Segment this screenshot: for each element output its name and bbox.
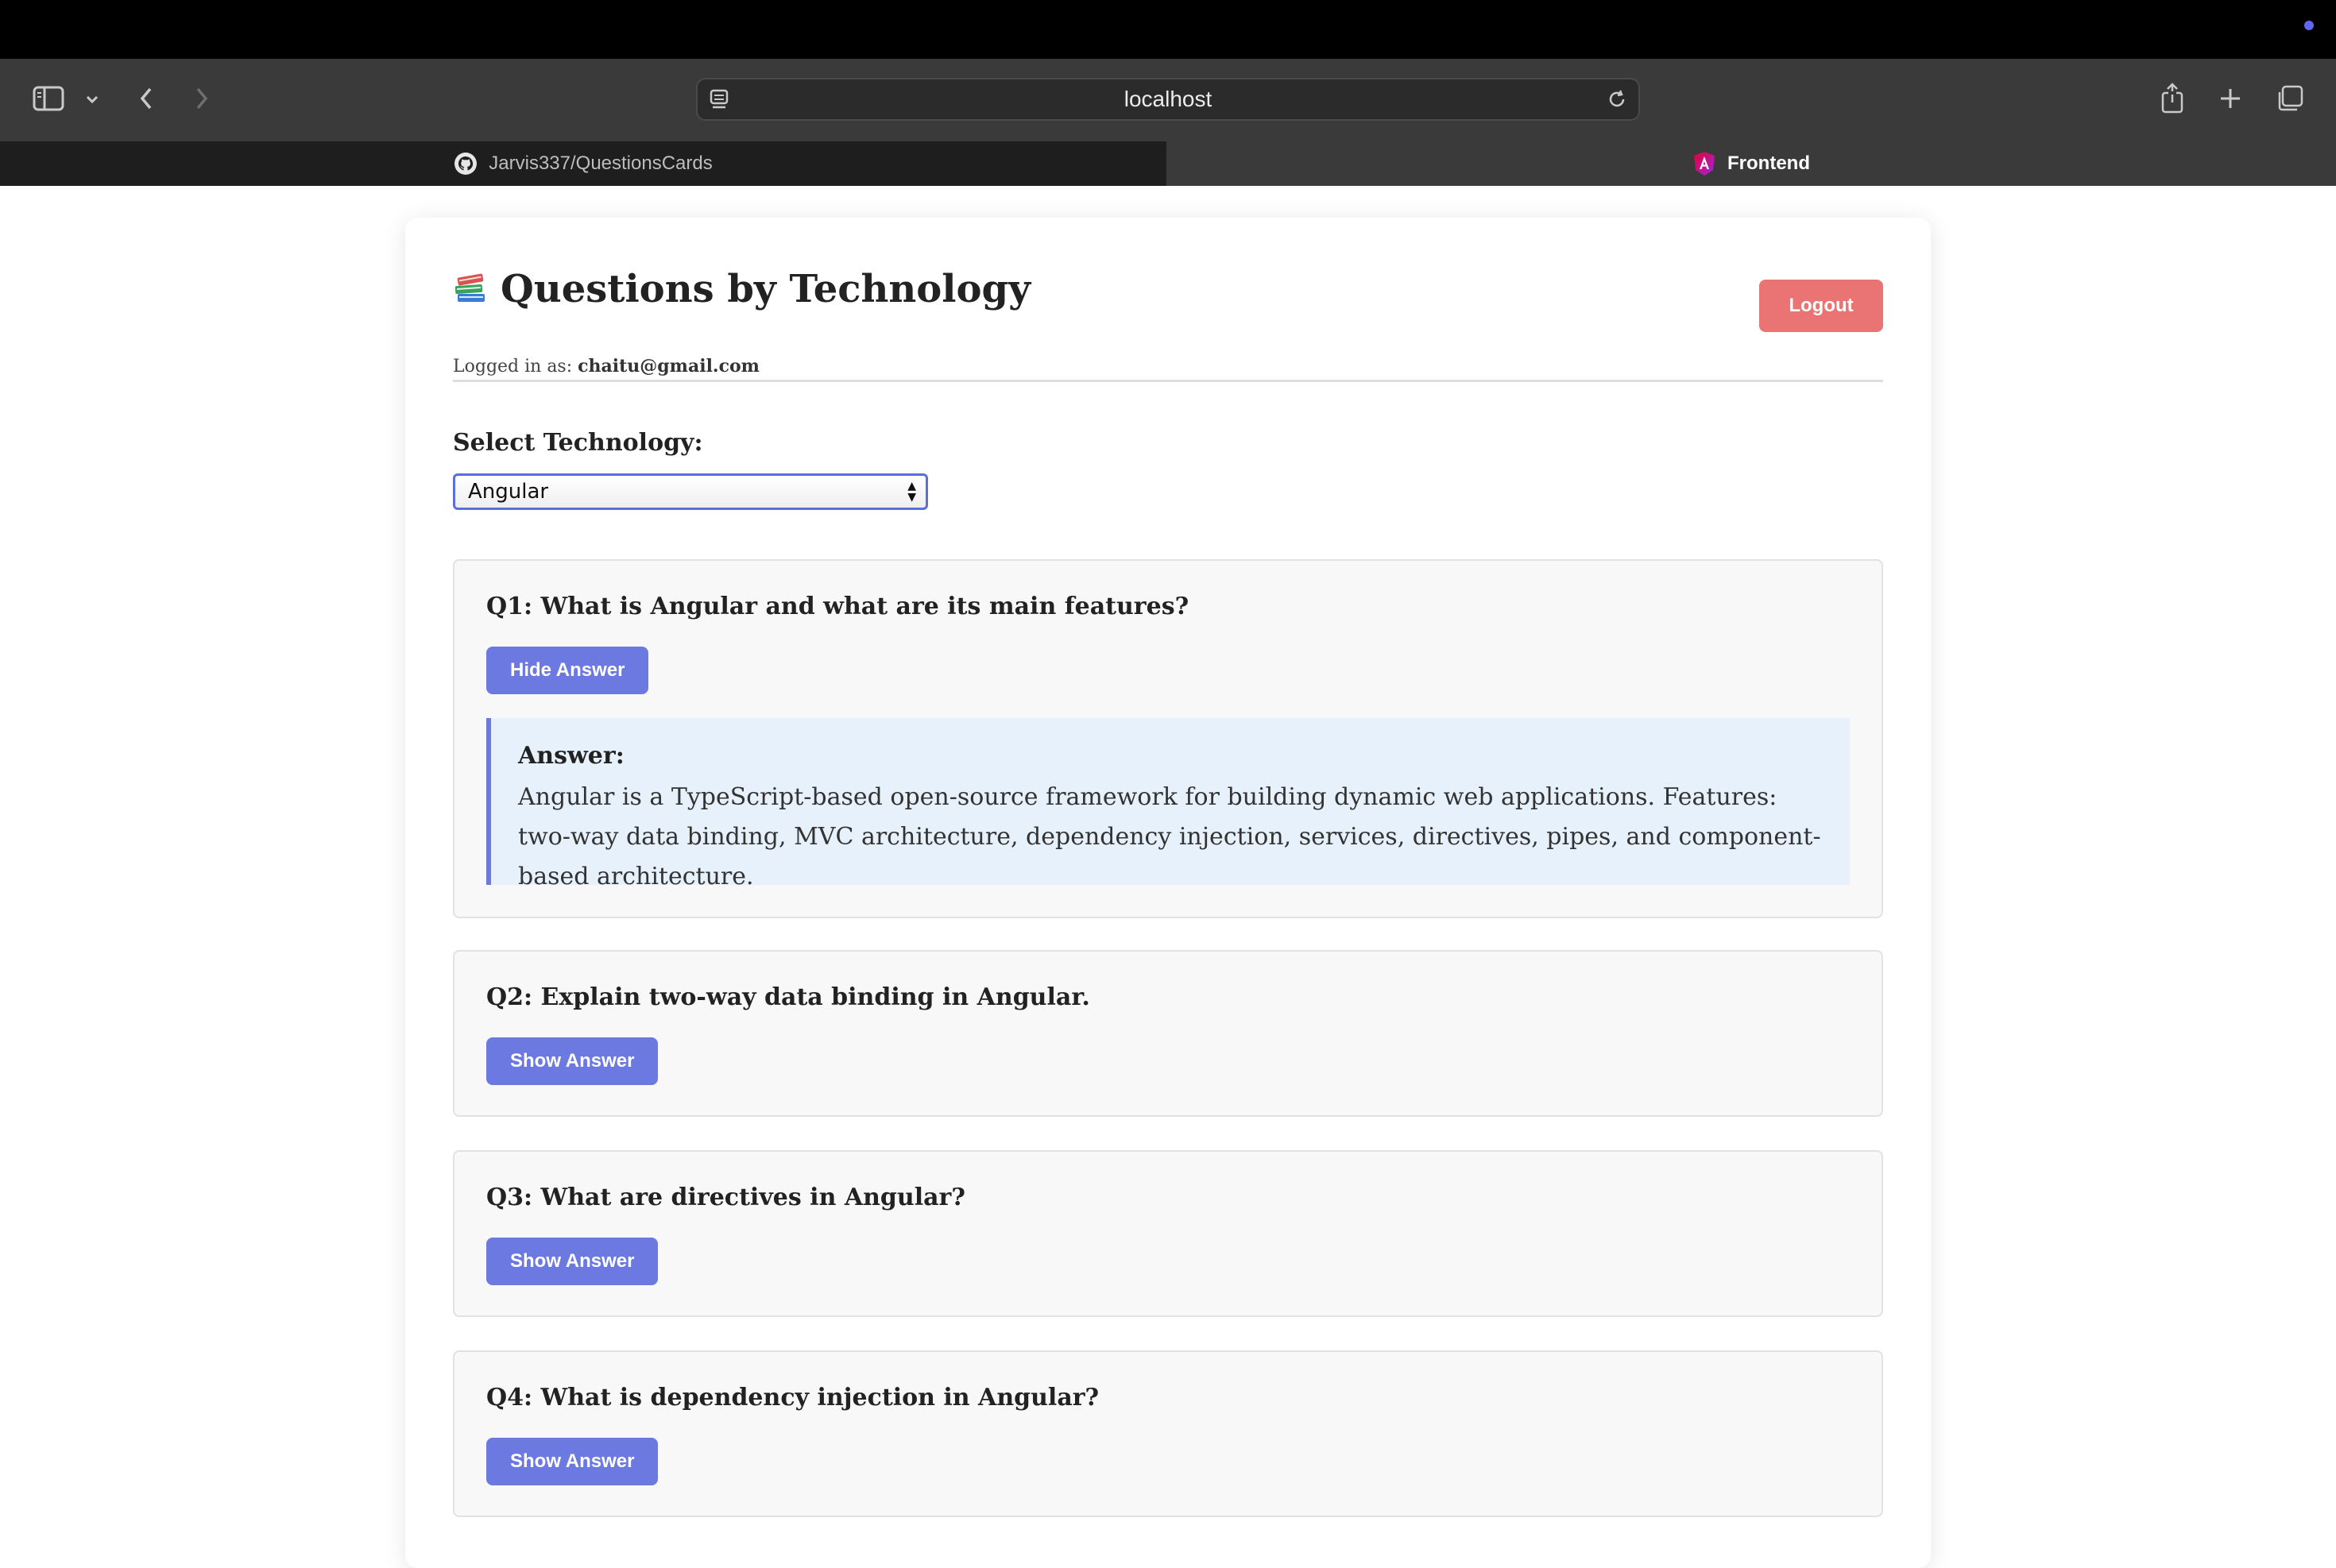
technology-select[interactable]: Angular ▲ ▼ bbox=[453, 473, 928, 510]
logout-button[interactable]: Logout bbox=[1759, 280, 1883, 332]
tab-overview-icon[interactable] bbox=[2274, 83, 2306, 114]
share-icon[interactable] bbox=[2158, 79, 2187, 116]
tab-label: Frontend bbox=[1727, 153, 1810, 174]
show-answer-button[interactable]: Show Answer bbox=[486, 1037, 659, 1085]
question-title: Q3: What are directives in Angular? bbox=[486, 1184, 965, 1211]
question-card: Q2: Explain two-way data binding in Angu… bbox=[453, 950, 1883, 1117]
show-answer-button[interactable]: Show Answer bbox=[486, 1238, 659, 1285]
title-text: Questions by Technology bbox=[501, 267, 1031, 311]
card-header: Questions by Technology Logged in as: ch… bbox=[453, 218, 1883, 382]
show-answer-button[interactable]: Show Answer bbox=[486, 1438, 659, 1485]
select-technology-label: Select Technology: bbox=[453, 429, 703, 457]
new-tab-icon[interactable] bbox=[2217, 83, 2244, 114]
question-card: Q3: What are directives in Angular? Show… bbox=[453, 1150, 1883, 1317]
question-title: Q2: Explain two-way data binding in Angu… bbox=[486, 983, 1090, 1011]
technology-select-value: Angular bbox=[468, 480, 549, 504]
logged-in-info: Logged in as: chaitu@gmail.com bbox=[453, 356, 760, 377]
question-card: Q4: What is dependency injection in Angu… bbox=[453, 1350, 1883, 1517]
tab-frontend[interactable]: Frontend bbox=[1166, 141, 2336, 186]
question-title: Q1: What is Angular and what are its mai… bbox=[486, 593, 1189, 620]
answer-label: Answer: bbox=[518, 742, 625, 770]
github-icon bbox=[454, 152, 478, 176]
user-email: chaitu@gmail.com bbox=[578, 356, 760, 377]
forward-icon[interactable] bbox=[189, 83, 215, 114]
hide-answer-button[interactable]: Hide Answer bbox=[486, 647, 649, 694]
tab-bar: Jarvis337/QuestionsCards Frontend bbox=[0, 141, 2336, 186]
page-title: Questions by Technology bbox=[453, 267, 1031, 315]
address-bar[interactable]: localhost bbox=[696, 78, 1640, 121]
angular-icon bbox=[1692, 151, 1716, 176]
select-arrows-icon: ▲ ▼ bbox=[907, 480, 916, 504]
back-icon[interactable] bbox=[133, 83, 159, 114]
question-title: Q4: What is dependency injection in Angu… bbox=[486, 1384, 1100, 1412]
browser-toolbar: localhost bbox=[0, 59, 2336, 141]
page-content: Questions by Technology Logged in as: ch… bbox=[0, 186, 2336, 1568]
menu-bar bbox=[0, 0, 2336, 59]
question-card: Q1: What is Angular and what are its mai… bbox=[453, 559, 1883, 918]
answer-text: Angular is a TypeScript-based open-sourc… bbox=[518, 783, 1821, 890]
reload-icon[interactable] bbox=[1605, 87, 1629, 111]
chevron-down-icon[interactable] bbox=[83, 87, 102, 111]
url-text[interactable]: localhost bbox=[698, 79, 1638, 119]
questions-card: Questions by Technology Logged in as: ch… bbox=[405, 218, 1931, 1568]
answer-box: Answer: Angular is a TypeScript-based op… bbox=[486, 718, 1850, 890]
tab-label: Jarvis337/QuestionsCards bbox=[489, 153, 713, 174]
logged-in-prefix: Logged in as: bbox=[453, 357, 573, 377]
tab-questioncards[interactable]: Jarvis337/QuestionsCards bbox=[0, 141, 1166, 186]
status-dot-icon bbox=[2304, 21, 2314, 30]
books-icon bbox=[453, 270, 488, 315]
sidebar-toggle-icon[interactable] bbox=[30, 83, 67, 114]
